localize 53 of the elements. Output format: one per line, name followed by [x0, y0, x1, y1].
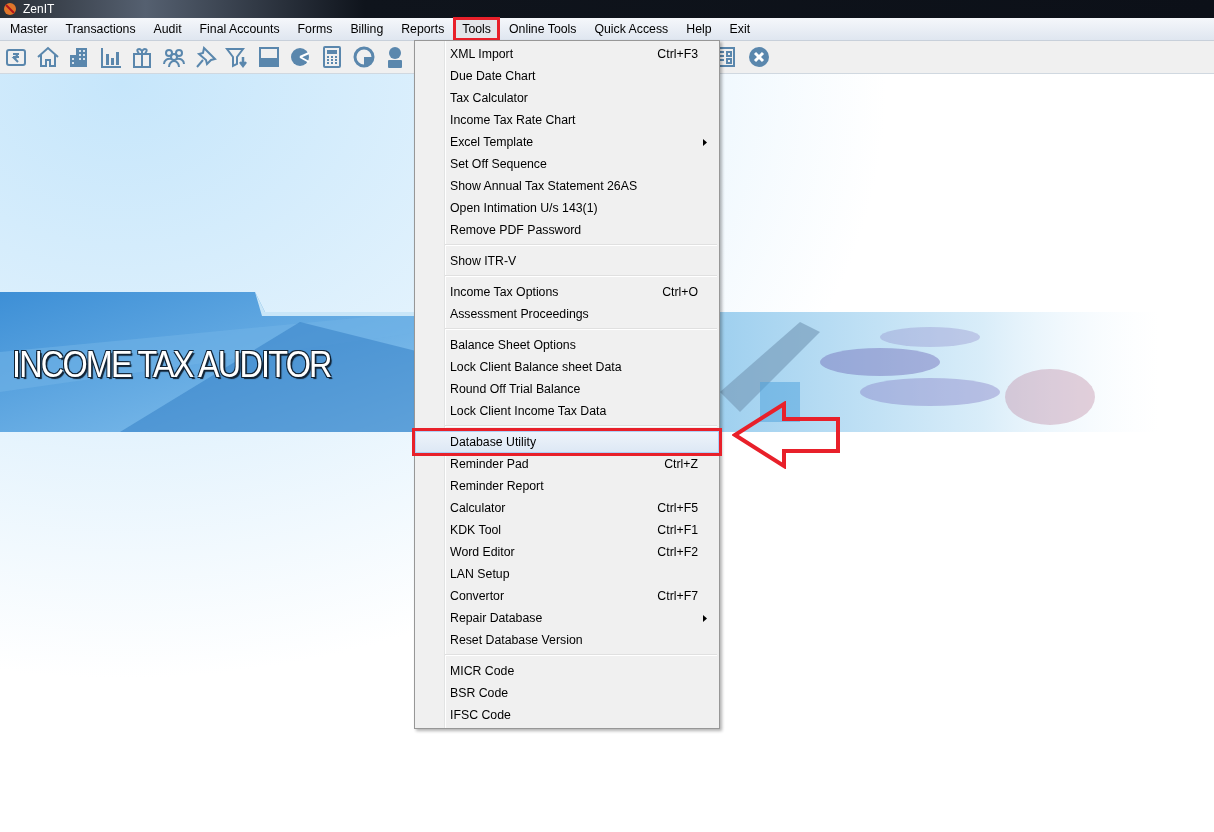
close-icon[interactable]	[747, 45, 772, 69]
menu-item[interactable]: Calculator Ctrl+F5	[415, 497, 719, 519]
menu-item[interactable]: Convertor Ctrl+F7	[415, 585, 719, 607]
banner-title: INCOME TAX AUDITOR	[12, 344, 331, 386]
menu-item[interactable]: Transactions	[56, 17, 145, 41]
menu-item[interactable]: Database Utility	[415, 431, 719, 453]
menu-item[interactable]: Round Off Trial Balance	[415, 378, 719, 400]
menu-item[interactable]: Show Annual Tax Statement 26AS	[415, 175, 719, 197]
filter-icon[interactable]	[225, 45, 250, 69]
menu-item[interactable]: Final Accounts	[190, 17, 289, 41]
menu-item[interactable]: IFSC Code	[415, 704, 719, 726]
menu-item[interactable]: Tools	[453, 17, 500, 41]
menu-item[interactable]: Lock Client Balance sheet Data	[415, 356, 719, 378]
menu-item[interactable]: LAN Setup	[415, 563, 719, 585]
menu-item[interactable]: Billing	[341, 17, 393, 41]
menu-item[interactable]: Income Tax Rate Chart	[415, 109, 719, 131]
menu-item[interactable]: BSR Code	[415, 682, 719, 704]
menu-item[interactable]: KDK Tool Ctrl+F1	[415, 519, 719, 541]
pin-icon[interactable]	[193, 45, 218, 69]
menu-item[interactable]: Balance Sheet Options	[415, 334, 719, 356]
home-icon[interactable]	[35, 45, 60, 69]
window-title: ZenIT	[23, 2, 55, 16]
menu-item[interactable]: Income Tax Options Ctrl+O	[415, 281, 719, 303]
donut-chart-icon[interactable]	[351, 45, 376, 69]
menu-item[interactable]: Open Intimation U/s 143(1)	[415, 197, 719, 219]
menu-item[interactable]: Reports	[392, 17, 454, 41]
menu-item[interactable]: Reminder Pad Ctrl+Z	[415, 453, 719, 475]
bar-chart-icon[interactable]	[98, 45, 123, 69]
menu-item[interactable]: Set Off Sequence	[415, 153, 719, 175]
menu-item[interactable]: Audit	[144, 17, 191, 41]
menu-item[interactable]: Online Tools	[500, 17, 586, 41]
menu-item[interactable]: Show ITR-V	[415, 250, 719, 272]
menu-item[interactable]: MICR Code	[415, 660, 719, 682]
menu-item[interactable]: Word Editor Ctrl+F2	[415, 541, 719, 563]
menu-item[interactable]: Excel Template	[415, 131, 719, 153]
menu-item[interactable]: Exit	[720, 17, 760, 41]
menu-item[interactable]: Tax Calculator	[415, 87, 719, 109]
menu-item[interactable]: Repair Database	[415, 607, 719, 629]
menu-item[interactable]: Assessment Proceedings	[415, 303, 719, 325]
menu-item[interactable]: Reminder Report	[415, 475, 719, 497]
menu-item[interactable]: Remove PDF Password	[415, 219, 719, 241]
tax-box-icon[interactable]	[256, 45, 281, 69]
app-icon	[3, 2, 17, 16]
submenu-arrow-icon	[703, 139, 707, 146]
menu-item[interactable]: Reset Database Version	[415, 629, 719, 651]
menu-item[interactable]: Quick Access	[585, 17, 678, 41]
menu-item[interactable]: Forms	[288, 17, 342, 41]
menu-item[interactable]: XML Import Ctrl+F3	[415, 43, 719, 65]
menu-item[interactable]: Help	[677, 17, 721, 41]
submenu-arrow-icon	[703, 615, 707, 622]
menu-item[interactable]: Lock Client Income Tax Data	[415, 400, 719, 422]
menu-item[interactable]: Due Date Chart	[415, 65, 719, 87]
menu-item[interactable]: Master	[1, 17, 57, 41]
